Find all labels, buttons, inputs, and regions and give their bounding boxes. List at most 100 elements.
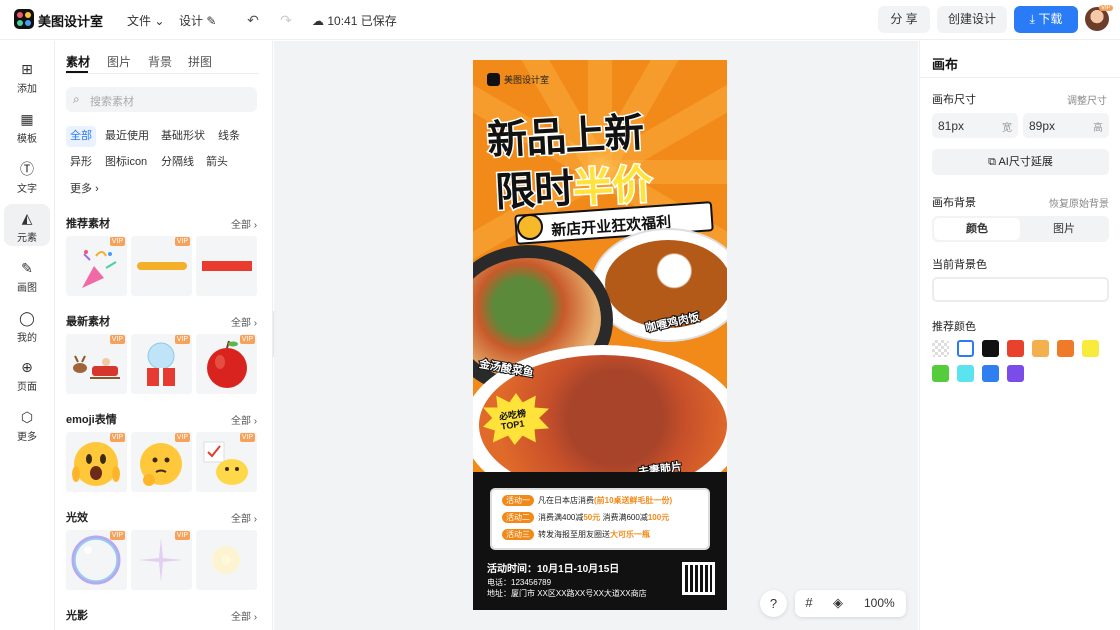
activity-time: 活动时间：10月1日-10月15日 (487, 564, 620, 575)
color-swatch[interactable] (982, 365, 999, 382)
file-menu[interactable]: 文件 ⌄ (127, 12, 164, 29)
color-swatch[interactable] (932, 365, 949, 382)
activity-2-text-b: 消费满600减 (600, 513, 648, 522)
chip-icons[interactable]: 图标icon (101, 152, 151, 173)
chip-all[interactable]: 全部 (66, 126, 96, 147)
chip-recent[interactable]: 最近使用 (101, 126, 153, 147)
asset-thumb[interactable]: VIP (196, 334, 257, 394)
canvas-area[interactable]: 美图设计室 新品上新 限时半价 新店开业狂欢福利 咖喱鸡肉饭 金汤酸菜鱼 夫妻肺… (274, 41, 918, 630)
chip-irregular[interactable]: 异形 (66, 152, 96, 173)
poster-brand: 美图设计室 (504, 75, 550, 85)
nav-mine[interactable]: ◯ 我的 (4, 304, 50, 346)
chip-more-label: 更多 (70, 183, 92, 195)
asset-thumb[interactable]: VIP (66, 530, 127, 590)
width-field[interactable]: 81px 宽 (932, 113, 1018, 138)
ai-extend-button[interactable]: ⧉ AI尺寸延展 (932, 149, 1109, 175)
nav-draw[interactable]: ✎ 画图 (4, 254, 50, 296)
layers-icon[interactable]: ◈ (829, 594, 847, 612)
nav-add[interactable]: ⊞ 添加 (4, 55, 50, 97)
design-menu[interactable]: 设计 ✎ (179, 12, 216, 29)
color-swatch[interactable] (932, 340, 949, 357)
see-all-recommended[interactable]: 全部 › (231, 216, 257, 231)
asset-thumb[interactable] (196, 530, 257, 590)
grid-icon[interactable]: # (800, 594, 818, 612)
help-button[interactable]: ? (760, 590, 787, 617)
asset-thumb[interactable]: VIP (131, 334, 192, 394)
adjust-size-link[interactable]: 调整尺寸 (1067, 92, 1107, 107)
color-swatch[interactable] (1007, 365, 1024, 382)
undo-icon[interactable]: ↶ (243, 10, 263, 30)
nav-template[interactable]: ▦ 模板 (4, 105, 50, 147)
nav-text[interactable]: Ⓣ 文字 (4, 155, 50, 197)
canvas-toolbar: # ◈ 100% (795, 590, 906, 617)
tab-collage[interactable]: 拼图 (188, 53, 212, 70)
zoom-level[interactable]: 100% (864, 596, 895, 610)
contact-address: 地址：厦门市 XX区XX路XX号XX大道XX商店 (487, 589, 647, 598)
nav-element[interactable]: ◭ 元素 (4, 204, 50, 246)
color-swatch[interactable] (1057, 340, 1074, 357)
section-title-recommended: 推荐素材 (66, 218, 110, 230)
download-icon: ⤓ (1029, 12, 1035, 26)
seg-image[interactable]: 图片 (1021, 218, 1107, 240)
chevron-right-icon: › (253, 318, 258, 329)
see-all-emoji[interactable]: 全部 › (231, 412, 257, 427)
nav-page[interactable]: ⊕ 页面 (4, 353, 50, 395)
section-title-light-effects: 光效 (66, 512, 88, 524)
download-button[interactable]: ⤓ 下载 (1014, 6, 1078, 33)
asset-thumb[interactable]: VIP (131, 530, 192, 590)
color-swatch[interactable] (1032, 340, 1049, 357)
chip-lines[interactable]: 线条 (214, 126, 244, 147)
activity-3-highlight: 大可乐一瓶 (610, 530, 650, 539)
search-placeholder: 搜索素材 (90, 96, 134, 108)
restore-bg-link[interactable]: 恢复原始背景 (1049, 195, 1109, 210)
tab-background[interactable]: 背景 (148, 53, 172, 70)
chip-dividers[interactable]: 分隔线 (157, 152, 198, 173)
asset-panel: 素材 图片 背景 拼图 ⌕ 搜索素材 全部 最近使用 基础形状 线条 异形 图标… (56, 41, 273, 630)
file-menu-label: 文件 (127, 14, 152, 28)
see-all-label: 全部 (231, 416, 251, 427)
current-bg-color-swatch[interactable] (932, 277, 1109, 302)
asset-thumb[interactable]: VIP (196, 432, 257, 492)
seg-color[interactable]: 颜色 (934, 218, 1020, 240)
share-button[interactable]: 分 享 (878, 6, 930, 33)
vip-badge: VIP (174, 335, 190, 344)
color-swatch[interactable] (1082, 340, 1099, 357)
nav-more[interactable]: ⬡ 更多 (4, 403, 50, 445)
app-title[interactable]: 美图设计室 (38, 11, 103, 30)
contact-phone: 电话：123456789 (487, 578, 552, 587)
chevron-right-icon: › (253, 514, 258, 525)
create-design-button[interactable]: 创建设计 (937, 6, 1007, 33)
qr-code-icon (682, 562, 715, 595)
tab-material[interactable]: 素材 (66, 53, 90, 70)
see-all-latest[interactable]: 全部 › (231, 314, 257, 329)
asset-thumb[interactable]: VIP (131, 236, 192, 296)
avatar-vip-badge: VIP (1099, 5, 1113, 11)
chip-more[interactable]: 更多 › (66, 179, 103, 200)
asset-thumb[interactable]: VIP (66, 334, 127, 394)
see-all-light-effects[interactable]: 全部 › (231, 510, 257, 525)
chip-basic-shapes[interactable]: 基础形状 (157, 126, 209, 147)
color-swatch[interactable] (957, 365, 974, 382)
tab-image[interactable]: 图片 (107, 53, 131, 70)
height-value: 89px (1029, 119, 1056, 133)
search-input[interactable]: ⌕ 搜索素材 (66, 87, 257, 112)
color-swatch[interactable] (1007, 340, 1024, 357)
asset-thumb[interactable]: VIP (66, 432, 127, 492)
glow-icon (212, 546, 240, 574)
asset-thumb[interactable]: VIP (66, 236, 127, 296)
chip-arrows[interactable]: 箭头 (202, 152, 232, 173)
text-icon: Ⓣ (20, 161, 34, 177)
color-swatch[interactable] (957, 340, 974, 357)
download-label: 下载 (1038, 12, 1063, 26)
poster-canvas[interactable]: 美图设计室 新品上新 限时半价 新店开业狂欢福利 咖喱鸡肉饭 金汤酸菜鱼 夫妻肺… (473, 60, 727, 610)
height-field[interactable]: 89px 高 (1023, 113, 1109, 138)
color-swatch[interactable] (982, 340, 999, 357)
vip-badge: VIP (109, 237, 125, 246)
canvas-bg-label: 画布背景 (932, 197, 976, 209)
draw-icon: ✎ (21, 260, 33, 276)
see-all-light-shadow[interactable]: 全部 › (231, 608, 257, 623)
app-logo-icon[interactable] (14, 9, 34, 29)
asset-thumb[interactable] (196, 236, 257, 296)
asset-thumb[interactable]: VIP (131, 432, 192, 492)
redo-icon[interactable]: ↷ (276, 10, 296, 30)
